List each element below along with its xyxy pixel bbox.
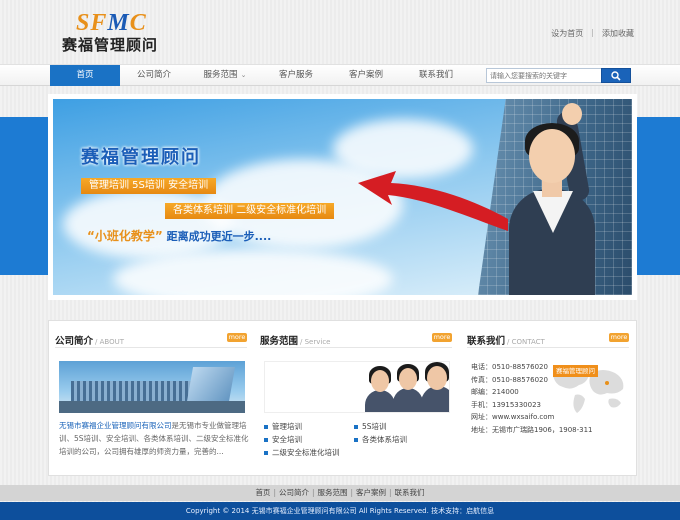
about-image[interactable] <box>59 361 245 413</box>
bullet-icon <box>354 438 358 442</box>
service-item[interactable]: 安全培训 <box>264 434 302 445</box>
person-fist <box>562 103 582 125</box>
set-homepage-link[interactable]: 设为首页 <box>551 28 583 39</box>
service-item[interactable]: 二级安全标准化培训 <box>264 447 340 458</box>
service-item-label: 管理培训 <box>272 422 302 431</box>
agent-face <box>399 368 417 390</box>
footer-nav: 首页 | 公司简介 | 服务范围 | 客户案例 | 联系我们 <box>0 485 680 501</box>
contact-mobile: 手机：13915330023 <box>471 400 541 409</box>
nav-item-home[interactable]: 首页 <box>50 65 120 86</box>
search-icon <box>611 71 621 81</box>
agent-figure <box>393 388 423 412</box>
service-column: 服务范围 / Service more 管理培训 5S培训 安全培训 各类体系培训… <box>260 321 452 477</box>
divider: | <box>591 28 594 37</box>
nav-item-services[interactable]: 服务范围 ⌄ <box>192 65 258 86</box>
search-input[interactable] <box>486 68 602 83</box>
divider <box>260 347 452 348</box>
contact-fax: 传真：0510-88576020 <box>471 375 548 384</box>
contact-column: 联系我们 / CONTACT more 赛福管理顾问 电话：0510-885760… <box>467 321 629 477</box>
service-title: 服务范围 <box>260 336 299 347</box>
service-item[interactable]: 5S培训 <box>354 421 387 432</box>
footer-link-services[interactable]: 服务范围 <box>318 488 348 497</box>
banner-slogan: “小班化教学” 距离成功更近一步.... <box>87 227 271 244</box>
about-column: 公司简介 / ABOUT more 无锡市赛福企业管理顾问有限公司是无锡市专业做管… <box>55 321 249 477</box>
service-subtitle: / Service <box>300 338 331 346</box>
slogan-rest: 距离成功更近一步.... <box>162 230 272 243</box>
banner-title: 赛福管理顾问 <box>81 147 201 168</box>
logo-chinese: 赛福管理顾问 <box>62 36 159 54</box>
nav-item-services-label: 服务范围 <box>203 70 238 80</box>
banner-image: 赛福管理顾问 管理培训 5S培训 安全培训 各类体系培训 二级安全标准化培训 “… <box>53 99 632 295</box>
service-item-label: 安全培训 <box>272 435 302 444</box>
company-name-link[interactable]: 无锡市赛福企业管理顾问有限公司 <box>59 421 172 430</box>
map-location-badge: 赛福管理顾问 <box>553 365 598 377</box>
about-title: 公司简介 <box>55 336 94 347</box>
content-panel: 公司简介 / ABOUT more 无锡市赛福企业管理顾问有限公司是无锡市专业做管… <box>48 320 637 476</box>
ground-strip <box>59 401 245 413</box>
site-logo[interactable]: SFMC 赛福管理顾问 <box>62 10 172 56</box>
service-item-label: 各类体系培训 <box>362 435 407 444</box>
main-nav: 首页 公司简介 服务范围 ⌄ 客户服务 客户案例 联系我们 <box>0 64 680 86</box>
service-item[interactable]: 各类体系培训 <box>354 434 407 445</box>
about-text: 无锡市赛福企业管理顾问有限公司是无锡市专业做管理培训、5S培训、安全培训、各类体… <box>59 419 249 458</box>
agent-figure <box>421 386 449 412</box>
footer-link-home[interactable]: 首页 <box>255 488 270 497</box>
nav-item-customer-service[interactable]: 客户服务 <box>266 65 326 86</box>
nav-item-contact[interactable]: 联系我们 <box>406 65 466 86</box>
footer-link-contact[interactable]: 联系我们 <box>395 488 425 497</box>
about-subtitle: / ABOUT <box>95 338 124 346</box>
contact-address: 地址：无锡市广瑞路1906，1908-311 <box>471 425 593 434</box>
service-more-button[interactable]: more <box>432 333 452 342</box>
bullet-icon <box>354 425 358 429</box>
contact-subtitle: / CONTACT <box>507 338 545 346</box>
contact-info: 电话：0510-88576020 传真：0510-88576020 邮编：214… <box>471 361 593 436</box>
contact-more-button[interactable]: more <box>609 333 629 342</box>
nav-item-about[interactable]: 公司简介 <box>124 65 184 86</box>
bullet-icon <box>264 438 268 442</box>
contact-title: 联系我们 <box>467 336 506 347</box>
person-head <box>529 129 575 183</box>
footer-link-about[interactable]: 公司简介 <box>279 488 309 497</box>
hero-banner[interactable]: 赛福管理顾问 管理培训 5S培训 安全培训 各类体系培训 二级安全标准化培训 “… <box>48 94 637 300</box>
service-item[interactable]: 管理培训 <box>264 421 302 432</box>
divider: | <box>273 488 276 497</box>
agent-figure <box>365 390 395 412</box>
slogan-highlight: “小班化教学” <box>87 229 163 243</box>
divider: | <box>350 488 354 497</box>
divider <box>55 347 247 348</box>
about-more-button[interactable]: more <box>227 333 247 342</box>
add-favorite-link[interactable]: 添加收藏 <box>602 28 634 39</box>
contact-zip: 邮编：214000 <box>471 388 519 396</box>
divider: | <box>389 488 392 497</box>
search-button[interactable] <box>601 68 631 83</box>
contact-phone: 电话：0510-88576020 <box>471 363 548 371</box>
logo-english: SFMC <box>76 10 147 36</box>
service-item-label: 5S培训 <box>362 422 387 431</box>
divider <box>467 347 629 348</box>
service-image[interactable] <box>264 361 450 413</box>
banner-tag-1: 管理培训 5S培训 安全培训 <box>81 178 217 194</box>
footer-copyright: Copyright © 2014 无锡市赛福企业管理顾问有限公司 All Rig… <box>0 502 680 520</box>
agent-face <box>371 370 389 392</box>
bullet-icon <box>264 425 268 429</box>
service-item-label: 二级安全标准化培训 <box>272 448 340 457</box>
contact-website: 网址：www.wxsaifo.com <box>471 413 555 421</box>
red-arrow-graphic <box>358 171 508 231</box>
top-links: 设为首页 | 添加收藏 <box>551 28 634 39</box>
nav-item-cases[interactable]: 客户案例 <box>336 65 396 86</box>
bullet-icon <box>264 451 268 455</box>
banner-tag-2: 各类体系培训 二级安全标准化培训 <box>165 203 335 219</box>
footer-link-cases[interactable]: 客户案例 <box>356 488 386 497</box>
agent-face <box>427 366 447 390</box>
chevron-down-icon: ⌄ <box>240 71 247 79</box>
divider: | <box>311 488 315 497</box>
